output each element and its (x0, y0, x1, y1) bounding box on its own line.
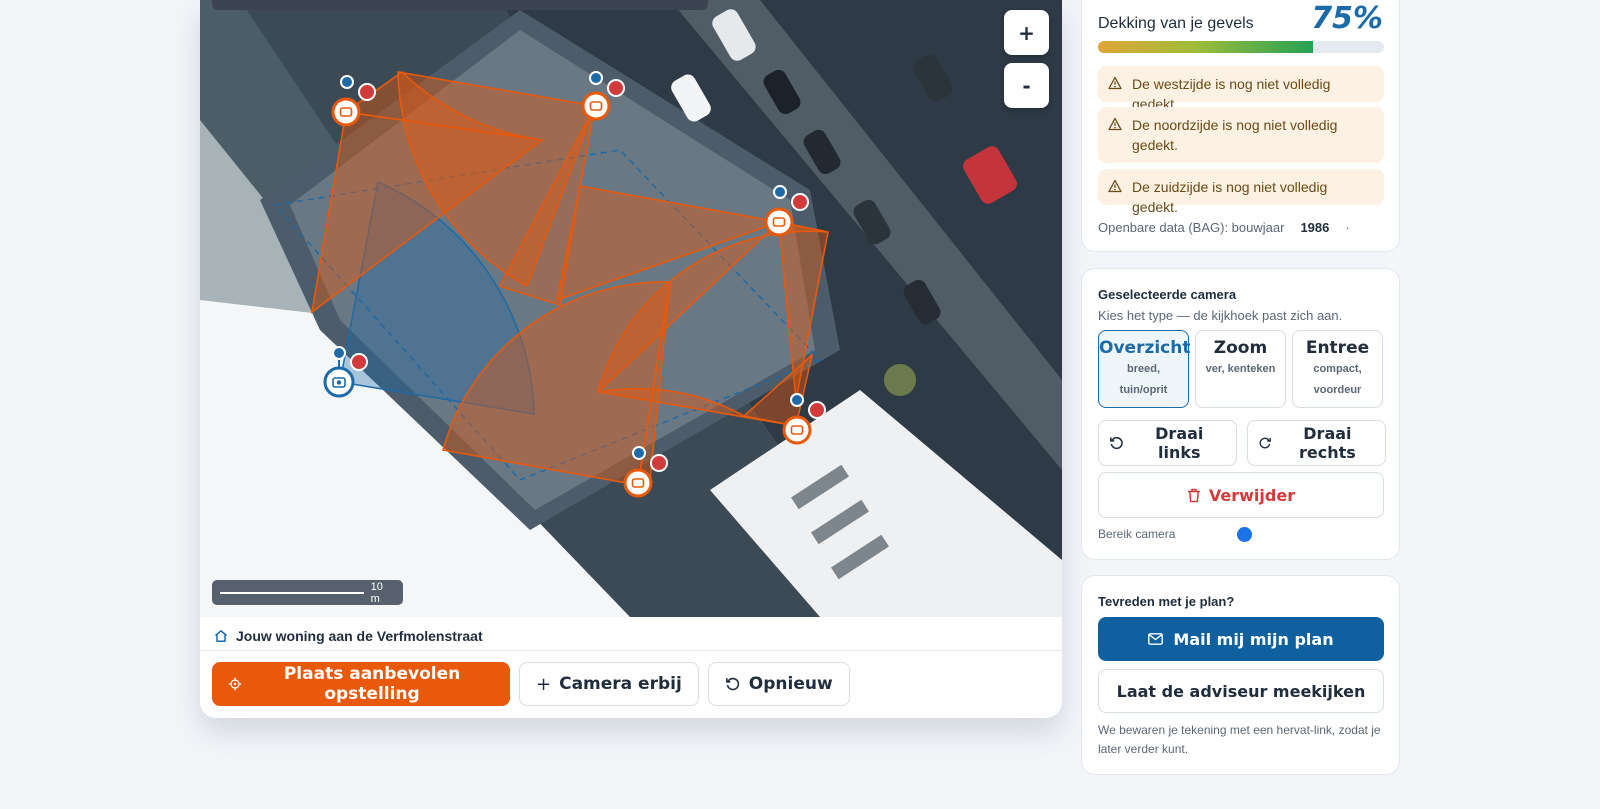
bag-year: 1986 (1300, 220, 1330, 235)
rotate-handle-camera-1[interactable] (332, 346, 346, 360)
warning-icon (1108, 179, 1122, 193)
camera-type-zoom[interactable]: Zoom ver, kenteken (1195, 330, 1286, 408)
trash-icon (1187, 488, 1200, 502)
scale-line (220, 591, 364, 594)
refresh-icon (725, 677, 739, 691)
place-recommended-button[interactable]: Plaats aanbevolen opstelling (212, 662, 510, 706)
camera-type-desc: compact, (1313, 363, 1362, 375)
map-card: + - 10 m Jouw woning aan de Verfmolenstr… (200, 0, 1062, 718)
camera-section-subtitle: Kies het type — de kijkhoek past zich aa… (1098, 308, 1343, 323)
crosshair-icon (228, 677, 242, 691)
warning-west: De westzijde is nog niet volledig gedekt… (1098, 66, 1384, 112)
rotate-left-label: Draai links (1155, 424, 1204, 462)
divider (200, 650, 1062, 651)
map-actions: Plaats aanbevolen opstelling + Camera er… (212, 662, 850, 706)
add-camera-button[interactable]: + Camera erbij (519, 662, 699, 706)
home-icon (215, 630, 227, 643)
remove-camera-1-icon[interactable] (350, 353, 368, 371)
camera-type-overzicht[interactable]: Overzicht breed, tuin/oprit (1098, 330, 1191, 408)
coverage-header: Dekking van je gevels 75% (1098, 1, 1383, 36)
warning-text: De noordzijde is nog niet volledig gedek… (1132, 117, 1338, 153)
warning-icon (1108, 76, 1122, 90)
coverage-progress-fill (1098, 41, 1313, 53)
advisor-button[interactable]: Laat de adviseur meekijken (1098, 669, 1384, 713)
camera-type-selector: Overzicht breed, tuin/oprit Zoom ver, ke… (1098, 330, 1383, 408)
warning-text: De zuidzijde is nog niet volledig gedekt… (1132, 179, 1328, 215)
plus-icon: + (536, 673, 552, 695)
warning-text: De westzijde is nog niet volledig gedekt… (1132, 76, 1331, 112)
camera-type-name: Overzicht (1099, 338, 1191, 358)
coverage-percent: 75% (1311, 1, 1383, 36)
warning-north: De noordzijde is nog niet volledig gedek… (1098, 107, 1384, 163)
camera-type-desc: ver, kenteken (1205, 363, 1276, 375)
coverage-title: Dekking van je gevels (1098, 15, 1254, 32)
reset-label: Opnieuw (748, 674, 833, 694)
reset-button[interactable]: Opnieuw (707, 662, 850, 706)
rotate-right-label: Draai rechts (1298, 424, 1356, 462)
plan-title: Tevreden met je plan? (1098, 594, 1235, 609)
scale-label: 10 m (370, 580, 383, 605)
warning-south: De zuidzijde is nog niet volledig gedekt… (1098, 169, 1384, 215)
camera-type-desc: voordeur (1313, 384, 1362, 396)
camera-type-desc: tuin/oprit (1119, 384, 1168, 396)
bag-label: Openbare data (BAG): bouwjaar (1098, 220, 1285, 235)
rotate-controls: Draai links Draai rechts (1098, 420, 1386, 466)
add-camera-label: Camera erbij (559, 674, 682, 694)
camera-type-name: Entree (1305, 338, 1370, 358)
coverage-card: Dekking van je gevels 75% De westzijde i… (1081, 0, 1400, 252)
rotate-left-button[interactable]: Draai links (1098, 420, 1237, 466)
warning-icon (1108, 117, 1122, 131)
map-toolbar-edge (212, 0, 708, 10)
range-label: Bereik camera (1098, 527, 1176, 541)
address-row: Jouw woning aan de Verfmolenstraat (214, 628, 483, 644)
camera-type-entree[interactable]: Entree compact, voordeur (1292, 330, 1383, 408)
bag-data: Openbare data (BAG): bouwjaar 1986 · (1098, 220, 1350, 235)
bag-dot: · (1345, 220, 1350, 235)
plan-note: We bewaren je tekening met een hervat-li… (1098, 723, 1381, 756)
address-label: Jouw woning aan de Verfmolenstraat (236, 628, 483, 644)
mail-plan-button[interactable]: Mail mij mijn plan (1098, 617, 1384, 661)
mail-plan-label: Mail mij mijn plan (1173, 629, 1334, 649)
rotate-right-icon (1259, 437, 1271, 449)
aerial-map[interactable]: + - 10 m (200, 0, 1062, 617)
camera-section-title: Geselecteerde camera (1098, 287, 1237, 302)
place-recommended-label: Plaats aanbevolen opstelling (283, 664, 461, 704)
plan-card: Tevreden met je plan? Mail mij mijn plan… (1081, 575, 1400, 775)
selected-camera-card: Geselecteerde camera Kies het type — de … (1081, 268, 1400, 560)
mail-icon (1148, 633, 1164, 645)
zoom-in-button[interactable]: + (1004, 10, 1049, 55)
camera-type-name: Zoom (1213, 338, 1268, 358)
map-canvas[interactable] (200, 0, 1062, 617)
delete-camera-label: Verwijder (1208, 485, 1296, 505)
rotate-right-button[interactable]: Draai rechts (1247, 420, 1386, 466)
rotate-left-icon (1109, 436, 1123, 450)
coverage-progress-bar (1098, 41, 1384, 53)
scale-bar: 10 m (212, 580, 403, 605)
zoom-out-button[interactable]: - (1004, 63, 1049, 108)
delete-camera-button[interactable]: Verwijder (1098, 472, 1384, 518)
camera-type-desc: breed, (1126, 363, 1160, 375)
range-slider-thumb[interactable] (1237, 527, 1252, 542)
